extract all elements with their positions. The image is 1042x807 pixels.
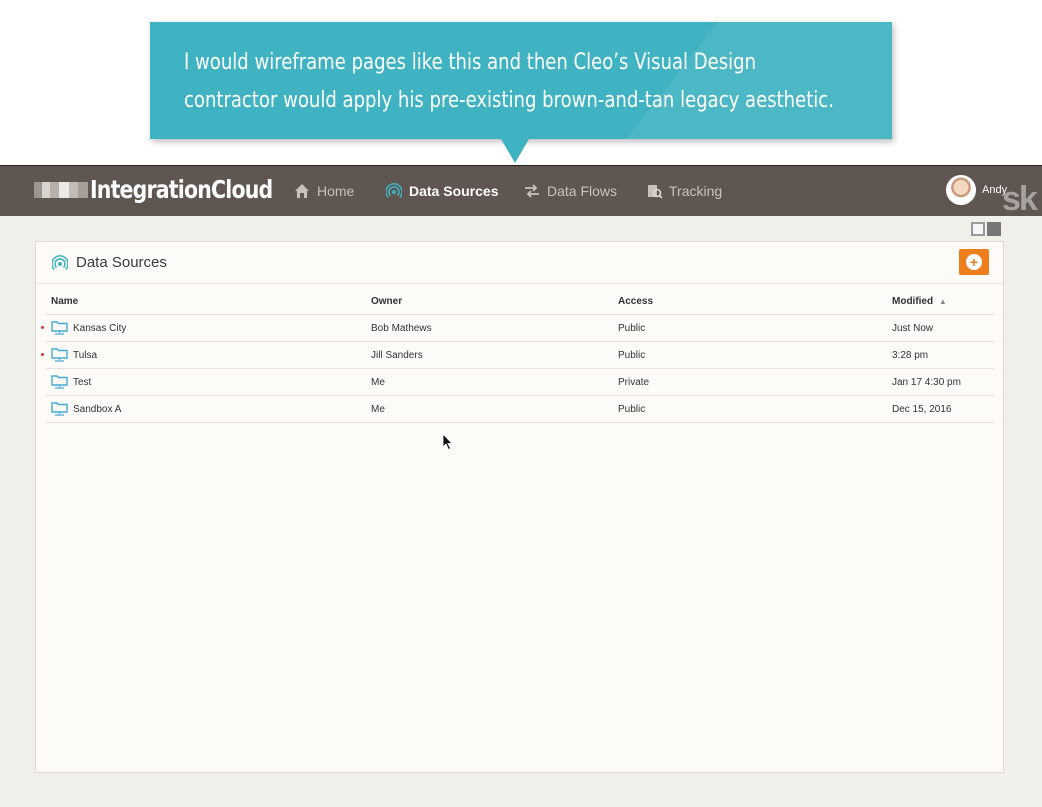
- callout-line-2: contractor would apply his pre-existing …: [184, 88, 834, 113]
- avatar[interactable]: [946, 175, 976, 205]
- plus-icon: +: [966, 254, 982, 270]
- nav-data-flows-label: Data Flows: [547, 183, 618, 199]
- row-modified: Just Now: [892, 323, 934, 334]
- folder-network-icon: [51, 375, 68, 389]
- row-access: Public: [618, 404, 646, 415]
- data-sources-panel: Data Sources + Name Owner Access Modifie…: [35, 241, 1004, 773]
- nav-home-label: Home: [317, 183, 355, 199]
- nav-tracking-label: Tracking: [669, 183, 723, 199]
- table-row[interactable]: Sandbox A Me Public Dec 15, 2016: [46, 396, 994, 423]
- callout-pointer: [501, 139, 529, 163]
- callout-text: I would wireframe pages like this and th…: [184, 44, 834, 120]
- row-modified: 3:28 pm: [892, 350, 929, 361]
- row-access: Public: [618, 350, 646, 361]
- row-owner: Jill Sanders: [371, 350, 423, 361]
- app-window: IntegrationCloud Home Data Sources Data: [0, 165, 1042, 807]
- column-header-owner[interactable]: Owner: [371, 296, 402, 307]
- nav-tracking[interactable]: Tracking: [646, 180, 722, 202]
- pixelated-logo-mark: [34, 182, 88, 198]
- view-toggle[interactable]: [971, 222, 1001, 236]
- row-name[interactable]: Tulsa: [73, 350, 97, 361]
- screenshot-stage: I would wireframe pages like this and th…: [0, 0, 1042, 807]
- column-header-access[interactable]: Access: [618, 296, 653, 307]
- nav-data-sources[interactable]: Data Sources: [386, 180, 498, 202]
- annotation-callout: I would wireframe pages like this and th…: [150, 22, 892, 139]
- table-row[interactable]: Tulsa Jill Sanders Public 3:28 pm: [41, 342, 994, 369]
- row-access: Private: [618, 377, 650, 388]
- row-modified: Jan 17 4:30 pm: [892, 377, 961, 388]
- unread-indicator: [41, 326, 44, 329]
- row-name[interactable]: Sandbox A: [73, 404, 121, 415]
- row-modified: Dec 15, 2016: [892, 404, 952, 415]
- data-flows-icon: [525, 184, 539, 198]
- top-navbar: IntegrationCloud Home Data Sources Data: [0, 166, 1042, 218]
- table-header: Name Owner Access Modified ▲: [46, 292, 994, 315]
- data-sources-table: Name Owner Access Modified ▲ Kansas City: [41, 292, 994, 423]
- nav-data-flows[interactable]: Data Flows: [524, 180, 617, 202]
- row-name[interactable]: Test: [73, 377, 91, 388]
- nav-home[interactable]: Home: [294, 180, 354, 202]
- add-data-source-button[interactable]: +: [959, 249, 989, 275]
- column-header-name[interactable]: Name: [51, 296, 78, 307]
- table-row[interactable]: Kansas City Bob Mathews Public Just Now: [41, 315, 994, 342]
- brand-name[interactable]: IntegrationCloud: [90, 175, 273, 204]
- folder-network-icon: [51, 402, 68, 416]
- panel-title: Data Sources: [76, 254, 167, 271]
- tracking-icon: [648, 185, 662, 199]
- skype-watermark-icon: sk: [1002, 180, 1038, 218]
- mouse-pointer-icon: [442, 433, 453, 451]
- column-header-modified-label: Modified: [892, 296, 934, 307]
- callout-line-1: I would wireframe pages like this and th…: [184, 50, 757, 75]
- nav-data-sources-label: Data Sources: [409, 183, 499, 199]
- row-access: Public: [618, 323, 646, 334]
- user-menu[interactable]: Andy: [946, 175, 1007, 205]
- folder-network-icon: [51, 321, 68, 335]
- table-row[interactable]: Test Me Private Jan 17 4:30 pm: [46, 369, 994, 396]
- row-owner: Me: [371, 377, 385, 388]
- home-icon: [295, 184, 309, 198]
- unread-indicator: [41, 353, 44, 356]
- row-name[interactable]: Kansas City: [73, 323, 126, 334]
- row-owner: Bob Mathews: [371, 323, 432, 334]
- sort-ascending-icon: ▲: [938, 297, 947, 306]
- row-owner: Me: [371, 404, 385, 415]
- data-sources-icon: [52, 255, 68, 271]
- single-column-view-icon[interactable]: [971, 222, 985, 236]
- two-column-view-icon[interactable]: [987, 222, 1001, 236]
- data-sources-icon: [386, 183, 402, 199]
- column-header-modified[interactable]: Modified ▲: [892, 296, 947, 307]
- panel-header: Data Sources +: [36, 242, 1003, 284]
- folder-network-icon: [51, 348, 68, 362]
